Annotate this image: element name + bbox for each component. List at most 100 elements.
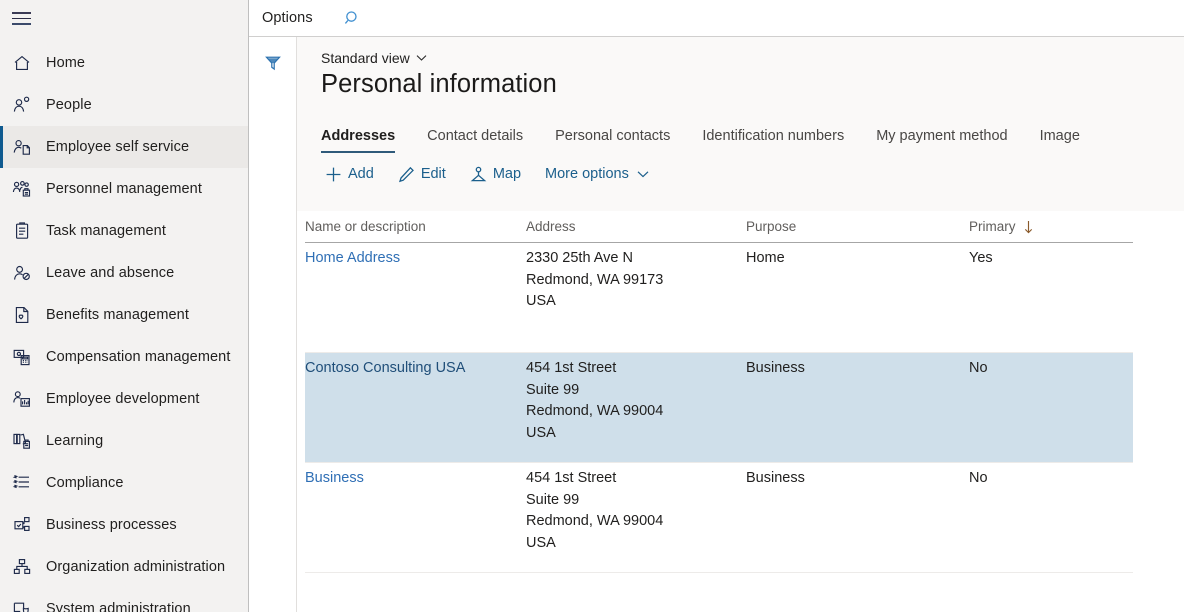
sidebar-item-compliance[interactable]: Compliance: [0, 462, 248, 504]
sidebar-item-employee-development[interactable]: Employee development: [0, 378, 248, 420]
address-line: Redmond, WA 99004: [526, 403, 664, 419]
filter-funnel-icon[interactable]: [258, 48, 288, 78]
table-row[interactable]: Business 454 1st Street Suite 99 Redmond, W…: [305, 463, 1133, 573]
toolbar-button-label: Map: [492, 166, 522, 182]
sidebar-item-label: System administration: [46, 601, 191, 612]
address-line: 454 1st Street: [526, 360, 617, 376]
column-header-label: Primary: [969, 219, 1016, 234]
row-name-link[interactable]: Home Address: [305, 248, 526, 352]
column-header-primary[interactable]: Primary: [969, 219, 1133, 234]
address-line: Suite 99: [526, 381, 580, 398]
options-label[interactable]: Options: [262, 10, 313, 26]
checklist-icon: [12, 472, 42, 494]
column-header-label: Name or description: [305, 219, 426, 234]
search-icon[interactable]: [341, 6, 365, 30]
address-line: Redmond, WA 99173: [526, 271, 664, 288]
more-options-button[interactable]: More options: [541, 162, 662, 187]
address-line: USA: [526, 534, 556, 551]
map-button[interactable]: Map: [466, 162, 531, 187]
address-line: USA: [526, 293, 556, 309]
column-header-purpose[interactable]: Purpose: [746, 219, 969, 234]
row-purpose: Home: [746, 250, 785, 266]
sidebar-item-system-administration[interactable]: System administration: [0, 588, 248, 612]
sidebar-item-benefits-management[interactable]: Benefits management: [0, 294, 248, 336]
app-window: Home People Employee self service Personnel…: [0, 0, 1184, 612]
sidebar-item-home[interactable]: Home: [0, 42, 248, 84]
tab-my-payment-method[interactable]: My payment method: [876, 128, 1007, 153]
row-address: 454 1st Street Suite 99 Redmond, WA 99004 U…: [526, 468, 746, 572]
page-title: Personal information: [321, 70, 557, 98]
column-header-label: Address: [526, 219, 576, 234]
tab-addresses[interactable]: Addresses: [321, 128, 396, 153]
column-header-label: Purpose: [746, 219, 797, 234]
table-row[interactable]: Home Address 2330 25th Ave N Redmond, WA 9…: [305, 243, 1133, 353]
main-area: Options Standard view Personal informati…: [249, 0, 1184, 612]
tab-contact-details[interactable]: Contact details: [427, 128, 523, 153]
row-primary: No: [969, 470, 988, 486]
process-flow-icon: [12, 514, 42, 536]
add-button[interactable]: Add: [321, 162, 384, 187]
sidebar-item-compensation-management[interactable]: Compensation management: [0, 336, 248, 378]
chevron-down-icon: [416, 54, 427, 62]
arrow-down-icon: [1023, 220, 1034, 234]
content-panel: Standard view Personal information Addre…: [297, 37, 1184, 612]
sidebar-item-list: Home People Employee self service Personnel…: [0, 37, 248, 612]
row-primary: No: [969, 360, 988, 376]
sidebar-item-label: Business processes: [46, 517, 177, 533]
sidebar-item-learning[interactable]: Learning: [0, 420, 248, 462]
row-name-link[interactable]: Business: [305, 468, 526, 572]
sidebar-item-label: Organization administration: [46, 559, 226, 575]
sidebar-item-label: Compensation management: [46, 349, 231, 365]
row-name-link[interactable]: Contoso Consulting USA: [305, 358, 526, 462]
row-purpose: Business: [746, 470, 805, 486]
sidebar-item-organization-administration[interactable]: Organization administration: [0, 546, 248, 588]
view-selector[interactable]: Standard view: [321, 50, 427, 66]
sidebar-item-personnel-management[interactable]: Personnel management: [0, 168, 248, 210]
content-header: Standard view Personal information Addre…: [297, 37, 1184, 211]
shield-settings-icon: [12, 598, 42, 612]
document-heart-icon: [12, 304, 42, 326]
sidebar-item-label: Leave and absence: [46, 265, 175, 281]
view-selector-label: Standard view: [321, 50, 410, 66]
edit-button[interactable]: Edit: [394, 162, 456, 187]
sidebar-item-label: Personnel management: [46, 181, 202, 197]
sidebar-item-employee-self-service[interactable]: Employee self service: [0, 126, 248, 168]
plus-icon: [325, 166, 342, 183]
people-group-icon: [12, 178, 42, 200]
sidebar-item-people[interactable]: People: [0, 84, 248, 126]
row-primary: Yes: [969, 250, 993, 266]
money-calculator-icon: [12, 346, 42, 368]
sidebar-item-leave-and-absence[interactable]: Leave and absence: [0, 252, 248, 294]
clipboard-task-icon: [12, 220, 42, 242]
sidebar-item-task-management[interactable]: Task management: [0, 210, 248, 252]
toolbar-button-label: Edit: [420, 166, 446, 182]
tab-strip: Addresses Contact details Personal contact…: [321, 119, 1184, 153]
filter-pane: [249, 37, 297, 612]
person-document-icon: [12, 136, 42, 158]
pencil-icon: [398, 166, 415, 183]
person-chart-icon: [12, 388, 42, 410]
tab-personal-contacts[interactable]: Personal contacts: [555, 128, 670, 153]
sidebar-item-label: Home: [46, 55, 86, 71]
menu-toggle-button[interactable]: [0, 0, 248, 37]
column-header-name-or-description[interactable]: Name or description: [305, 219, 526, 234]
org-chart-icon: [12, 556, 42, 578]
tab-identification-numbers[interactable]: Identification numbers: [702, 128, 844, 153]
sidebar-item-label: Compliance: [46, 475, 124, 491]
person-add-icon: [12, 94, 42, 116]
address-line: USA: [526, 424, 556, 441]
column-header-address[interactable]: Address: [526, 219, 746, 234]
address-line: 454 1st Street: [526, 470, 617, 486]
toolbar-button-label: Add: [348, 166, 374, 182]
sidebar-item-label: Benefits management: [46, 307, 189, 323]
sidebar-item-business-processes[interactable]: Business processes: [0, 504, 248, 546]
address-line: 2330 25th Ave N: [526, 250, 633, 266]
row-address: 454 1st Street Suite 99 Redmond, WA 99004 U…: [526, 358, 746, 462]
top-command-bar: Options: [249, 0, 1184, 37]
books-icon: [12, 430, 42, 452]
addresses-grid: Name or description Address Purpose Primary…: [297, 211, 1184, 573]
tab-image[interactable]: Image: [1040, 128, 1080, 153]
home-icon: [12, 52, 42, 74]
grid-action-toolbar: Add Edit Map More options: [321, 155, 1184, 193]
table-row[interactable]: Contoso Consulting USA 454 1st Street Suit…: [305, 353, 1133, 463]
